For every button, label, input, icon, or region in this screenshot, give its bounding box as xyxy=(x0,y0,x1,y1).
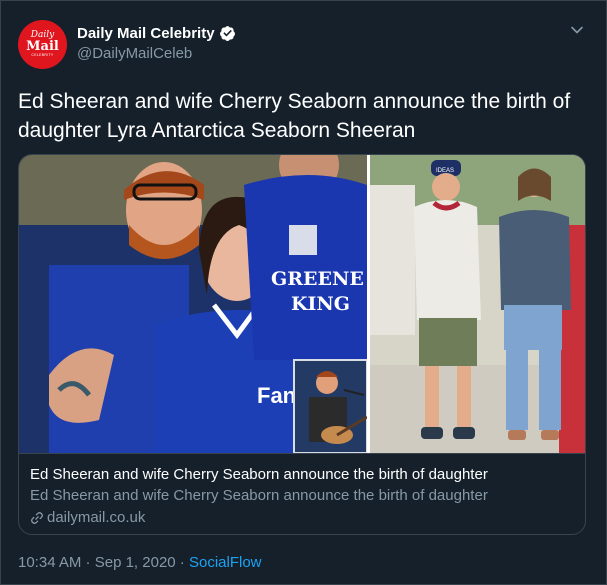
chevron-down-icon[interactable] xyxy=(570,23,584,37)
card-description: Ed Sheeran and wife Cherry Seaborn annou… xyxy=(30,487,488,504)
shirt-text-2: KING xyxy=(291,293,350,315)
link-icon xyxy=(31,511,43,524)
avatar[interactable]: Daily Mail CELEBRITY xyxy=(18,20,67,69)
shirt-text-1: GREENE xyxy=(271,268,364,290)
meta-separator: · xyxy=(81,554,95,571)
tweet-time[interactable]: 10:34 AM xyxy=(18,554,81,571)
author-name-row[interactable]: Daily Mail Celebrity xyxy=(77,25,236,42)
tweet-text: Ed Sheeran and wife Cherry Seaborn annou… xyxy=(18,90,571,142)
avatar-text-line3: CELEBRITY xyxy=(31,53,54,58)
display-name[interactable]: Daily Mail Celebrity xyxy=(77,25,215,42)
link-card[interactable]: Fans GREENE KING IDEAS Ed Sheeran and wi… xyxy=(18,154,586,535)
card-title[interactable]: Ed Sheeran and wife Cherry Seaborn annou… xyxy=(30,466,488,483)
author-handle[interactable]: @DailyMailCeleb xyxy=(77,45,192,62)
card-domain[interactable]: dailymail.co.uk xyxy=(30,509,145,526)
tweet-meta: 10:34 AM · Sep 1, 2020 · SocialFlow xyxy=(18,554,262,571)
card-image[interactable]: Fans GREENE KING IDEAS xyxy=(19,155,585,453)
card-image-collage: Fans GREENE KING IDEAS xyxy=(19,155,585,453)
meta-separator: · xyxy=(175,554,189,571)
avatar-text-line2: Mail xyxy=(26,39,59,55)
card-info[interactable]: Ed Sheeran and wife Cherry Seaborn annou… xyxy=(19,453,585,534)
tweet-date[interactable]: Sep 1, 2020 xyxy=(95,554,176,571)
tweet: Daily Mail CELEBRITY Daily Mail Celebrit… xyxy=(0,0,607,585)
card-domain-text[interactable]: dailymail.co.uk xyxy=(47,509,145,526)
tweet-source[interactable]: SocialFlow xyxy=(189,554,262,571)
verified-badge-icon xyxy=(219,26,235,41)
